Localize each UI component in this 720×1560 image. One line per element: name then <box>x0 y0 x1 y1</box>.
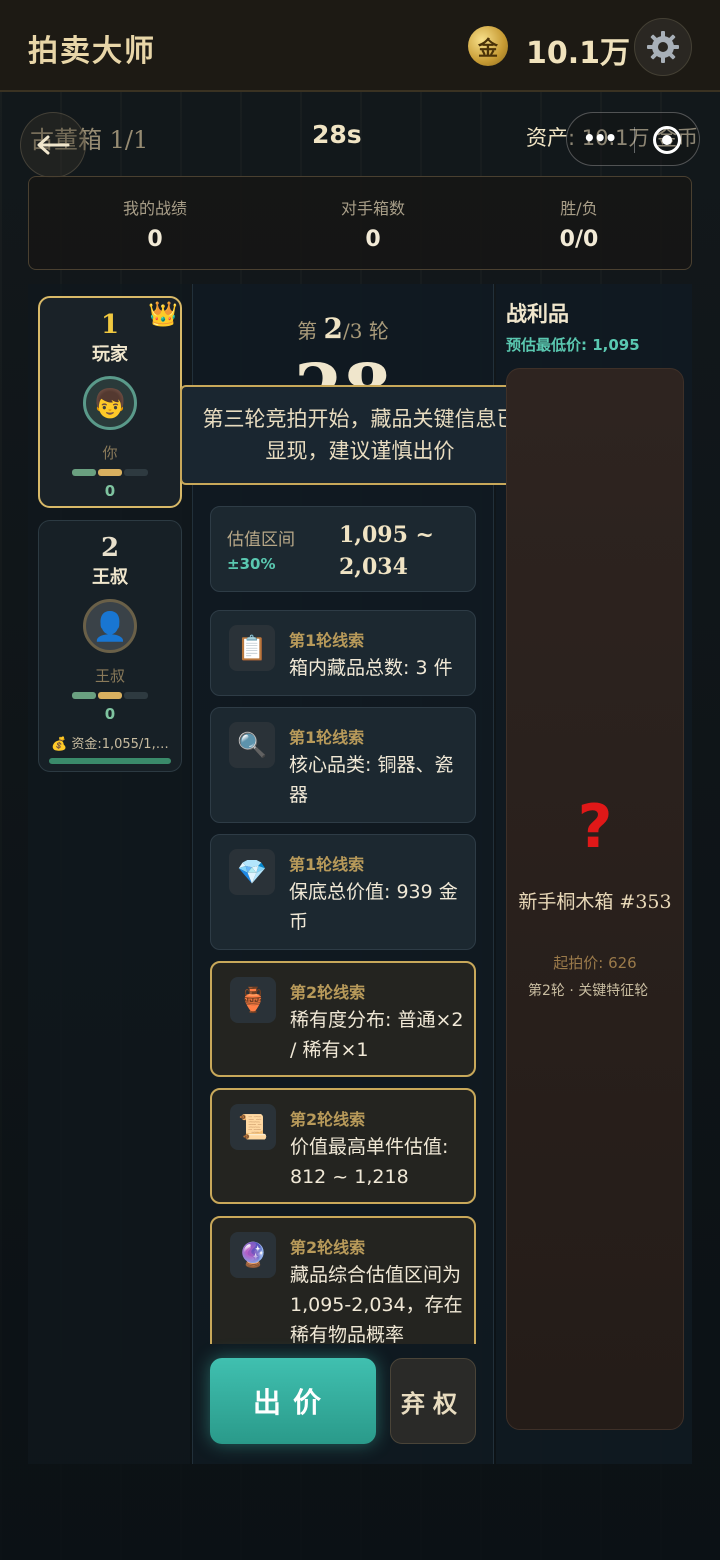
stat-label: 胜/负 <box>560 199 598 218</box>
estimate-low: 1,095 ~ <box>339 522 434 548</box>
top-header: 拍卖大师 金 10.1万 <box>0 0 720 92</box>
player-card-self[interactable]: 👑 1 玩家 👦 你 0 <box>38 296 182 508</box>
close-miniprogram-icon[interactable] <box>653 126 681 154</box>
clipboard-icon: 📋 <box>229 625 275 671</box>
round-current: 2 <box>323 312 343 345</box>
round-suffix: 轮 <box>368 319 389 343</box>
clue-description: 稀有度分布: 普通×2 / 稀有×1 <box>290 1009 464 1061</box>
stat-label: 我的战绩 <box>122 199 187 218</box>
bid-button[interactable]: 出价 <box>210 1358 376 1444</box>
player-name: 王叔 <box>92 567 128 588</box>
player-score: 0 <box>104 482 116 500</box>
clue-title: 第1轮线索 <box>289 728 365 747</box>
estimate-range: 1,095 ~ 2,034 <box>339 519 434 583</box>
clue-description: 藏品综合估值区间为 1,095-2,034，存在稀有物品概率 <box>290 1264 463 1344</box>
funds-bar <box>49 758 171 764</box>
capsule-divider <box>634 127 635 153</box>
clue-title: 第1轮线索 <box>289 631 365 650</box>
clue-title: 第2轮线索 <box>290 983 366 1002</box>
player-subtitle: 王叔 <box>94 667 125 685</box>
stat-label: 对手箱数 <box>340 199 405 218</box>
stat-record: 我的战绩 0 <box>65 195 245 252</box>
coin-balance: 10.1万 <box>526 36 631 71</box>
round-toast: 第三轮竞拍开始，藏品关键信息已显现，建议谨慎出价 <box>180 385 540 485</box>
fold-button[interactable]: 弃权 <box>390 1358 476 1444</box>
estimate-tolerance: ±30% <box>227 555 276 573</box>
round-indicator: 第 2/3 轮 <box>192 312 494 345</box>
player-card-opponent[interactable]: 2 王叔 👤 王叔 0 💰 资金:1,055/1,… <box>38 520 182 772</box>
loot-min-price: 预估最低价: 1,095 <box>506 336 640 354</box>
player-subtitle: 你 <box>102 444 118 462</box>
box-name: 新手桐木箱 #353 <box>518 891 672 913</box>
stat-value: 0/0 <box>559 227 599 252</box>
clue-card: 🔍 第1轮线索 核心品类: 铜器、瓷器 <box>210 707 476 823</box>
avatar: 👦 <box>83 376 137 430</box>
round-progress <box>40 469 180 476</box>
round-feature-note: 第2轮 · 关键特征轮 <box>528 983 649 999</box>
arrow-left-icon <box>37 135 70 155</box>
player-score: 0 <box>104 705 116 723</box>
start-price: 起拍价: 626 <box>553 954 637 972</box>
player-funds: 💰 资金:1,055/1,… <box>51 737 169 752</box>
round-total: /3 <box>343 319 363 343</box>
stat-value: 0 <box>147 227 163 252</box>
gold-coin-icon: 金 <box>468 26 508 66</box>
more-menu-icon[interactable]: ••• <box>583 126 617 150</box>
estimate-label: 估值区间 <box>227 530 295 550</box>
gear-icon <box>647 31 679 63</box>
diamond-icon: 💎 <box>229 849 275 895</box>
stat-value: 0 <box>365 227 381 252</box>
clue-title: 第2轮线索 <box>290 1110 366 1129</box>
round-prefix: 第 <box>297 319 318 343</box>
crown-icon: 👑 <box>148 300 178 328</box>
clue-description: 价值最高单件估值: 812 ~ 1,218 <box>290 1136 449 1188</box>
clue-card: 💎 第1轮线索 保底总价值: 939 金币 <box>210 834 476 950</box>
clue-card: 🔮 第2轮线索 藏品综合估值区间为 1,095-2,034，存在稀有物品概率 <box>210 1216 476 1344</box>
crystal-ball-icon: 🔮 <box>230 1232 276 1278</box>
countdown-timer: 28 <box>192 350 494 390</box>
clue-title: 第1轮线索 <box>289 855 365 874</box>
round-timer: 28s <box>312 120 362 149</box>
clue-card: 📋 第1轮线索 箱内藏品总数: 3 件 <box>210 610 476 696</box>
estimate-high: 2,034 <box>339 554 408 580</box>
stat-opponent-boxes: 对手箱数 0 <box>283 195 463 252</box>
stats-bar: 我的战绩 0 对手箱数 0 胜/负 0/0 <box>28 176 692 270</box>
loot-title: 战利品 <box>506 301 569 326</box>
estimate-range-card: 估值区间 ±30% 1,095 ~ 2,034 <box>210 506 476 592</box>
back-button[interactable] <box>20 112 86 178</box>
round-progress <box>39 692 181 699</box>
clue-scroll-area[interactable]: 🔮 第2轮线索 藏品综合估值区间为 1,095-2,034，存在稀有物品概率 <box>192 1214 494 1344</box>
scroll-icon: 📜 <box>230 1104 276 1150</box>
clue-description: 核心品类: 铜器、瓷器 <box>289 754 454 806</box>
player-name: 玩家 <box>92 344 128 365</box>
app-title: 拍卖大师 <box>28 34 156 69</box>
question-mark-icon: ? <box>577 792 613 862</box>
avatar: 👤 <box>83 599 137 653</box>
clue-description: 箱内藏品总数: 3 件 <box>289 657 453 679</box>
settings-button[interactable] <box>634 18 692 76</box>
vase-icon: 🏺 <box>230 977 276 1023</box>
magnifier-icon: 🔍 <box>229 722 275 768</box>
clue-card: 📜 第2轮线索 价值最高单件估值: 812 ~ 1,218 <box>210 1088 476 1204</box>
miniprogram-capsule[interactable]: ••• <box>566 112 700 166</box>
stat-win-loss: 胜/负 0/0 <box>489 195 669 252</box>
clue-description: 保底总价值: 939 金币 <box>289 881 458 933</box>
clue-card: 🏺 第2轮线索 稀有度分布: 普通×2 / 稀有×1 <box>210 961 476 1077</box>
clue-title: 第2轮线索 <box>290 1238 366 1257</box>
player-rank: 2 <box>100 533 120 563</box>
